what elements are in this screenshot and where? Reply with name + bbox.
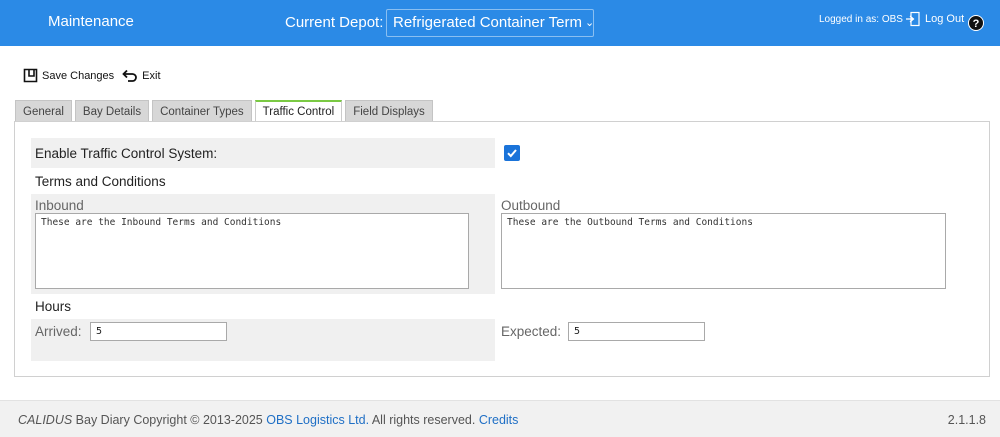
- tab-field-displays[interactable]: Field Displays: [345, 100, 433, 122]
- save-changes-label: Save Changes: [42, 69, 115, 82]
- tab-traffic-control[interactable]: Traffic Control: [254, 100, 343, 122]
- copyright-text: CALIDUS Bay Diary Copyright © 2013-2025 …: [18, 413, 518, 427]
- version-label: 2.1.1.8: [947, 413, 986, 427]
- arrived-label: Arrived:: [35, 324, 82, 339]
- inbound-terms-textarea[interactable]: These are the Inbound Terms and Conditio…: [35, 213, 469, 289]
- logout-button[interactable]: Log Out: [905, 11, 964, 27]
- rights-label: All rights reserved.: [369, 413, 479, 427]
- copyright-label: Bay Diary Copyright © 2013-2025: [72, 413, 267, 427]
- save-icon: [23, 68, 38, 83]
- logout-label: Log Out: [925, 13, 965, 25]
- tab-general[interactable]: General: [15, 100, 72, 122]
- expected-label: Expected:: [501, 324, 562, 339]
- credits-link[interactable]: Credits: [479, 413, 519, 427]
- enable-traffic-control-label: Enable Traffic Control System:: [35, 146, 218, 161]
- company-link[interactable]: OBS Logistics Ltd.: [266, 413, 369, 427]
- top-header: Maintenance Current Depot: Refrigerated …: [0, 0, 1000, 46]
- chevron-down-icon: ⌄: [584, 17, 594, 29]
- footer: CALIDUS Bay Diary Copyright © 2013-2025 …: [0, 400, 1000, 437]
- terms-heading: Terms and Conditions: [35, 174, 166, 189]
- inbound-label: Inbound: [35, 198, 84, 213]
- exit-button[interactable]: Exit: [122, 69, 161, 82]
- logged-in-user: Logged in as: OBS: [819, 14, 903, 25]
- checkmark-icon: [507, 149, 517, 158]
- current-depot-label: Current Depot:: [285, 14, 384, 31]
- tab-container-types[interactable]: Container Types: [152, 100, 252, 122]
- help-icon[interactable]: ?: [968, 15, 984, 31]
- depot-select[interactable]: Refrigerated Container Term ⌄: [386, 9, 594, 37]
- traffic-control-panel: Enable Traffic Control System: Terms and…: [14, 121, 990, 377]
- expected-input[interactable]: [568, 322, 705, 341]
- tab-bar: General Bay Details Container Types Traf…: [15, 100, 436, 122]
- outbound-label: Outbound: [501, 198, 561, 213]
- toolbar: Save Changes Exit: [23, 68, 169, 83]
- outbound-terms-textarea[interactable]: These are the Outbound Terms and Conditi…: [501, 213, 946, 289]
- app-title: Maintenance: [48, 13, 134, 30]
- hours-heading: Hours: [35, 299, 72, 314]
- save-changes-button[interactable]: Save Changes: [23, 68, 114, 83]
- logout-icon: [906, 11, 920, 27]
- tab-bay-details[interactable]: Bay Details: [74, 100, 150, 122]
- exit-label: Exit: [142, 69, 161, 82]
- depot-select-value: Refrigerated Container Term: [393, 14, 582, 31]
- brand-name: CALIDUS: [18, 413, 73, 427]
- arrived-input[interactable]: [90, 322, 227, 341]
- enable-traffic-control-checkbox[interactable]: [504, 145, 520, 161]
- undo-arrow-icon: [122, 69, 138, 82]
